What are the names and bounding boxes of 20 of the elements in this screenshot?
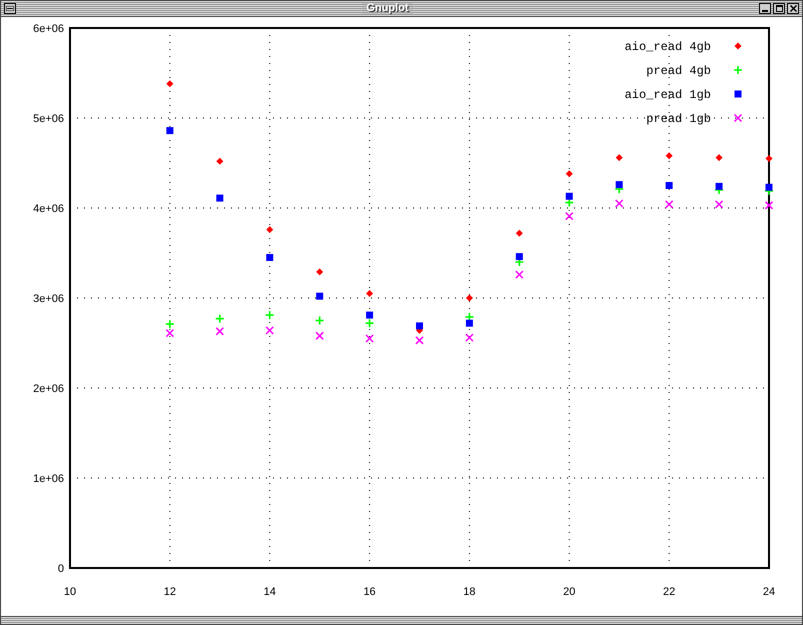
axis-tick-label: 0 [58, 563, 64, 575]
axis-tick-label: 1e+06 [33, 473, 64, 485]
axis-tick-label: 16 [363, 586, 376, 598]
legend-label: aio_read 1gb [624, 88, 711, 102]
axis-tick-label: 12 [164, 586, 176, 598]
axis-tick-label: 20 [563, 586, 576, 598]
axis-tick-label: 10 [64, 586, 76, 598]
axis-tick-label: 18 [463, 586, 476, 598]
legend-label: pread 4gb [646, 64, 711, 78]
axis-tick-label: 24 [762, 586, 776, 598]
axis-tick-label: 22 [663, 586, 676, 598]
axis-tick-label: 5e+06 [33, 113, 64, 125]
axis-tick-label: 2e+06 [33, 383, 64, 395]
axis-tick-label: 4e+06 [33, 203, 64, 215]
axis-tick-label: 3e+06 [33, 293, 64, 305]
legend-label: pread 1gb [646, 112, 711, 126]
axis-tick-label: 6e+06 [33, 23, 64, 35]
axis-tick-label: 14 [264, 586, 276, 598]
window-title: Gnuplot [362, 3, 413, 14]
legend-label: aio_read 4gb [624, 40, 711, 54]
